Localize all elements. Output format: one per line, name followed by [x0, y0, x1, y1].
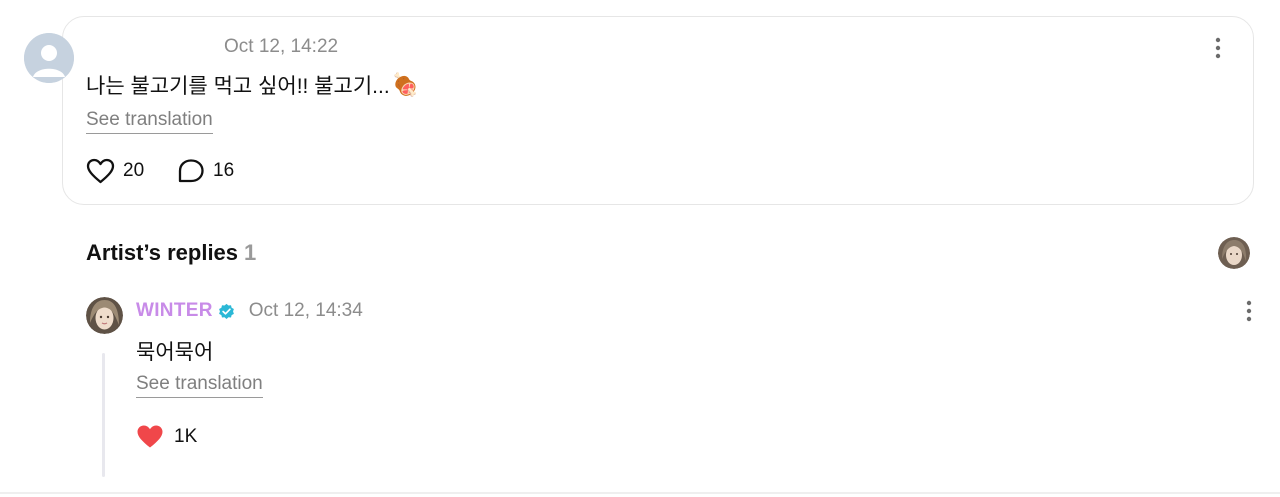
reply-text: 묵어묵어 [136, 341, 214, 364]
artist-avatar[interactable] [86, 297, 123, 334]
more-vertical-icon [1246, 300, 1252, 322]
reply-see-translation-link[interactable]: See translation [136, 373, 263, 398]
comment-count: 16 [213, 160, 235, 181]
user-avatar[interactable] [24, 33, 74, 83]
post-text: 나는 불고기를 먹고 싶어!! 불고기... 🍖 [86, 70, 419, 100]
artist-replies-heading: Artist’s replies 1 [86, 240, 256, 266]
bottom-divider [0, 492, 1280, 494]
reply-like-count: 1K [174, 425, 198, 447]
artist-replies-count: 1 [244, 240, 257, 265]
artist-replies-title: Artist’s replies [86, 240, 239, 265]
verified-badge-icon [218, 303, 234, 319]
reply-timestamp: Oct 12, 14:34 [248, 300, 363, 321]
like-count: 20 [123, 160, 145, 181]
reply-header: WINTER Oct 12, 14:34 [136, 300, 363, 322]
like-button[interactable]: 20 [86, 158, 144, 184]
reply-more-button[interactable] [1245, 300, 1253, 327]
reply-thread-line [102, 353, 105, 477]
comment-icon [178, 159, 204, 183]
post-more-button[interactable] [1214, 37, 1222, 64]
meat-emoji-icon: 🍖 [391, 72, 420, 97]
comment-button[interactable]: 16 [177, 158, 234, 184]
artist-name[interactable]: WINTER [136, 300, 213, 322]
artist-photo-icon [86, 297, 123, 334]
post-timestamp: Oct 12, 14:22 [224, 36, 339, 57]
artist-photo-icon [1218, 237, 1250, 269]
see-translation-link[interactable]: See translation [86, 109, 213, 134]
artist-avatar-small[interactable] [1218, 237, 1250, 269]
post-body: 나는 불고기를 먹고 싶어!! 불고기... [86, 75, 390, 98]
heart-outline-icon [86, 158, 115, 184]
default-avatar-icon [24, 33, 74, 83]
heart-filled-icon [137, 425, 163, 448]
reply-like-button[interactable]: 1K [136, 424, 197, 449]
more-vertical-icon [1215, 37, 1221, 59]
